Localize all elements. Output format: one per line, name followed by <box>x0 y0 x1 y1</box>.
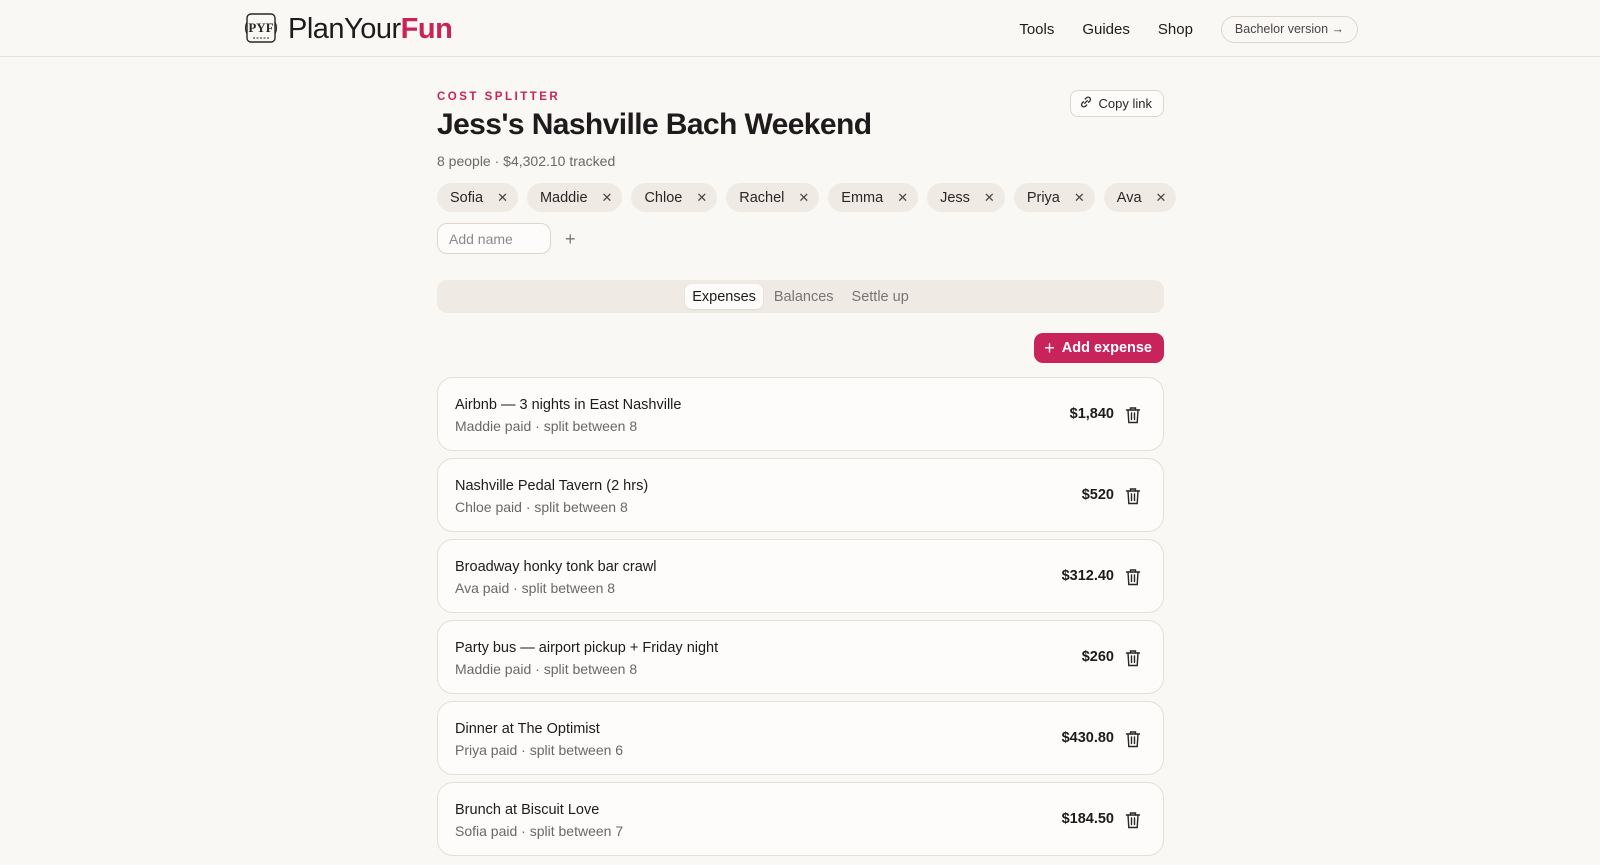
expense-name: Brunch at Biscuit Love <box>455 802 600 818</box>
tab-settle-up[interactable]: Settle up <box>845 284 916 309</box>
expense-name: Party bus — airport pickup + Friday nigh… <box>455 640 719 656</box>
copy-link-label: Copy link <box>1098 96 1152 111</box>
expense-meta: Priya paid · split between 6 <box>455 742 624 758</box>
logo-wordmark: PlanYourFun <box>288 12 453 45</box>
remove-person-icon[interactable]: ✕ <box>1074 191 1085 204</box>
top-nav-bar: PYF PlanYourFun Tools Guides Shop Bachel… <box>0 0 1600 57</box>
person-chip-maddie: Maddie ✕ <box>526 183 623 212</box>
expense-card[interactable]: Party bus — airport pickup + Friday nigh… <box>437 620 1164 694</box>
svg-text:PYF: PYF <box>248 20 273 35</box>
expense-card[interactable]: Dinner at The Optimist Priya paid · spli… <box>437 701 1164 775</box>
tab-expenses[interactable]: Expenses <box>685 284 763 309</box>
people-chips: Sofia ✕ Maddie ✕ Chloe ✕ Rachel ✕ Emma ✕ Jess… <box>437 183 1177 212</box>
person-chip-chloe: Chloe ✕ <box>631 183 718 212</box>
remove-person-icon[interactable]: ✕ <box>984 191 995 204</box>
nav-tools-link[interactable]: Tools <box>1019 21 1054 38</box>
add-name-input[interactable] <box>437 223 551 254</box>
remove-person-icon[interactable]: ✕ <box>798 191 809 204</box>
remove-person-icon[interactable]: ✕ <box>497 191 508 204</box>
remove-person-icon[interactable]: ✕ <box>1156 191 1167 204</box>
expense-card[interactable]: Brunch at Biscuit Love Sofia paid · spli… <box>437 782 1164 856</box>
person-chip-label: Chloe <box>644 189 683 206</box>
logo-wordmark-fun: Fun <box>400 12 453 45</box>
expense-amount: $260 <box>1081 649 1114 665</box>
site-logo[interactable]: PYF PlanYourFun <box>244 11 453 47</box>
expense-amount: $430.80 <box>1061 730 1114 746</box>
trash-icon[interactable] <box>1125 649 1141 667</box>
link-icon <box>1079 95 1093 112</box>
person-chip-priya: Priya ✕ <box>1013 183 1095 212</box>
bachelor-version-button[interactable]: Bachelor version → <box>1220 15 1358 43</box>
copy-link-button[interactable]: Copy link <box>1069 90 1164 117</box>
main-nav: Tools Guides Shop Bachelor version → <box>1019 15 1358 43</box>
remove-person-icon[interactable]: ✕ <box>897 191 908 204</box>
person-chip-rachel: Rachel ✕ <box>726 183 820 212</box>
remove-person-icon[interactable]: ✕ <box>696 191 707 204</box>
expense-name: Nashville Pedal Tavern (2 hrs) <box>455 478 649 494</box>
trash-icon[interactable] <box>1125 811 1141 829</box>
logo-wordmark-plan: PlanYour <box>288 12 401 45</box>
expense-amount: $520 <box>1081 487 1114 503</box>
add-person-plus-icon[interactable]: + <box>565 230 576 248</box>
expense-amount: $312.40 <box>1061 568 1114 584</box>
trash-icon[interactable] <box>1125 568 1141 586</box>
trash-icon[interactable] <box>1125 406 1141 424</box>
section-eyebrow: COST SPLITTER <box>437 91 561 103</box>
expense-meta: Ava paid · split between 8 <box>455 580 616 596</box>
expense-name: Airbnb — 3 nights in East Nashville <box>455 397 682 413</box>
expense-card[interactable]: Nashville Pedal Tavern (2 hrs) Chloe pai… <box>437 458 1164 532</box>
person-chip-label: Maddie <box>539 189 588 206</box>
trash-icon[interactable] <box>1125 730 1141 748</box>
expense-meta: Sofia paid · split between 7 <box>455 823 624 839</box>
person-chip-label: Emma <box>841 189 884 206</box>
person-chip-label: Jess <box>940 189 970 206</box>
nav-shop-link[interactable]: Shop <box>1158 21 1193 38</box>
nav-guides-link[interactable]: Guides <box>1082 21 1130 38</box>
expense-amount: $184.50 <box>1061 811 1114 827</box>
expense-name: Dinner at The Optimist <box>455 721 600 737</box>
expense-meta: Maddie paid · split between 8 <box>455 418 638 434</box>
person-chip-sofia: Sofia ✕ <box>437 183 518 212</box>
person-chip-label: Ava <box>1116 189 1142 206</box>
expense-card[interactable]: Airbnb — 3 nights in East Nashville Madd… <box>437 377 1164 451</box>
page-title: Jess's Nashville Bach Weekend <box>437 108 872 141</box>
person-chip-label: Priya <box>1026 189 1060 206</box>
add-person-row: + <box>437 223 576 254</box>
trash-icon[interactable] <box>1125 487 1141 505</box>
remove-person-icon[interactable]: ✕ <box>602 191 613 204</box>
add-expense-button[interactable]: + Add expense <box>1034 333 1164 363</box>
person-chip-emma: Emma ✕ <box>828 183 919 212</box>
person-chip-jess: Jess ✕ <box>927 183 1005 212</box>
expense-card[interactable]: Broadway honky tonk bar crawl Ava paid ·… <box>437 539 1164 613</box>
expense-amount: $1,840 <box>1069 406 1114 422</box>
expense-name: Broadway honky tonk bar crawl <box>455 559 657 575</box>
person-chip-ava: Ava ✕ <box>1103 183 1177 212</box>
person-chip-label: Sofia <box>450 189 484 206</box>
plus-icon: + <box>1044 338 1055 358</box>
person-chip-label: Rachel <box>739 189 785 206</box>
tab-balances[interactable]: Balances <box>767 284 841 309</box>
page-summary: 8 people · $4,302.10 tracked <box>437 153 616 169</box>
add-expense-label: Add expense <box>1061 340 1152 356</box>
view-tabs: Expenses Balances Settle up <box>437 280 1164 313</box>
expense-meta: Chloe paid · split between 8 <box>455 499 628 515</box>
expense-meta: Maddie paid · split between 8 <box>455 661 638 677</box>
logo-icon: PYF <box>244 12 278 46</box>
